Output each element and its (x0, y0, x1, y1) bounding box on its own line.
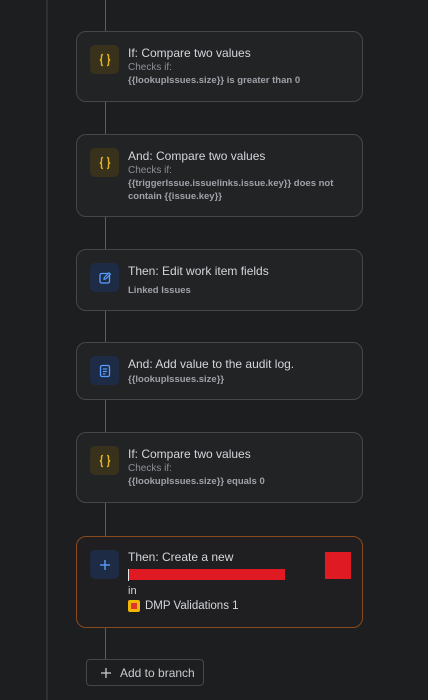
left-divider (46, 0, 48, 700)
rule-step-action-create[interactable]: Then: Create a new in DMP Validations 1 (76, 536, 363, 628)
plus-icon (90, 550, 119, 579)
rule-step-condition-2[interactable]: And: Compare two values Checks if: {{tri… (76, 134, 363, 217)
add-to-branch-label: Add to branch (120, 665, 195, 680)
braces-icon (90, 148, 119, 177)
step-title: If: Compare two values (128, 447, 251, 461)
step-detail: {{lookupIssues.size}} (128, 374, 225, 385)
redacted-block (325, 552, 351, 579)
log-icon (90, 356, 119, 385)
rule-step-condition-1[interactable]: If: Compare two values Checks if: {{look… (76, 31, 363, 102)
project-reference: DMP Validations 1 (128, 600, 239, 612)
step-title: Then: Create a new (128, 550, 234, 564)
step-title: Then: Edit work item fields (128, 264, 269, 278)
step-title: And: Compare two values (128, 149, 266, 163)
rule-step-action-edit[interactable]: Then: Edit work item fields Linked Issue… (76, 249, 363, 311)
step-detail: {{lookupIssues.size}} is greater than 0 (128, 75, 301, 86)
rule-step-condition-3[interactable]: If: Compare two values Checks if: {{look… (76, 432, 363, 503)
step-subtitle: Checks if: (128, 463, 172, 474)
step-detail: Linked Issues (128, 285, 191, 296)
braces-icon (90, 446, 119, 475)
project-avatar-icon (128, 600, 140, 612)
step-subtitle: Checks if: (128, 165, 172, 176)
step-title: If: Compare two values (128, 46, 251, 60)
plus-icon (100, 667, 112, 679)
rule-step-action-log[interactable]: And: Add value to the audit log. {{looku… (76, 342, 363, 400)
automation-canvas: If: Compare two values Checks if: {{look… (0, 0, 428, 700)
edit-icon (90, 263, 119, 292)
step-subtitle: Checks if: (128, 62, 172, 73)
braces-icon (90, 45, 119, 74)
step-detail: {{lookupIssues.size}} equals 0 (128, 476, 265, 487)
add-to-branch-button[interactable]: Add to branch (86, 659, 204, 686)
redacted-work-type (129, 569, 285, 580)
step-detail: {{triggerIssue.issuelinks.issue.key}} do… (128, 178, 334, 202)
project-name: DMP Validations 1 (145, 600, 239, 612)
step-title: And: Add value to the audit log. (128, 357, 295, 371)
in-label: in (128, 585, 137, 597)
